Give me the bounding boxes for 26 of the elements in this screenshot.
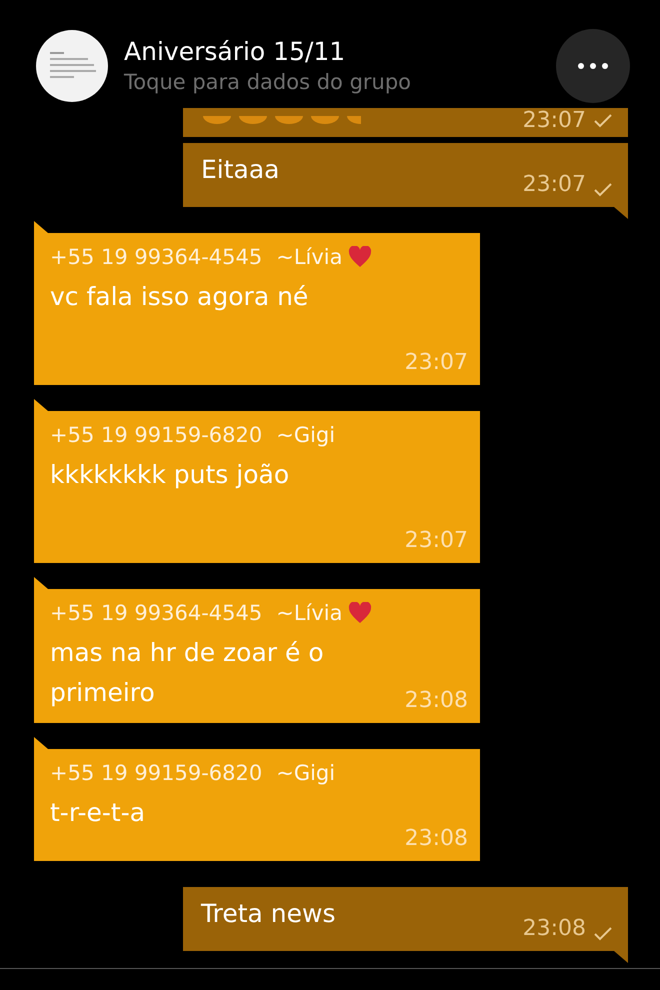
group-subtitle[interactable]: Toque para dados do grupo <box>124 68 556 96</box>
message-time: 23:07 <box>404 350 468 375</box>
message-text: kkkkkkkk puts joão <box>50 459 290 491</box>
sender-name: ~Lívia <box>276 245 342 269</box>
message-time: 23:08 <box>404 688 468 713</box>
message-time: 23:07 <box>522 108 586 133</box>
message-time: 23:07 <box>404 528 468 553</box>
message-time: 23:08 <box>522 916 586 941</box>
message-time: 23:07 <box>522 172 586 197</box>
heart-icon <box>348 246 372 268</box>
sender-phone: +55 19 99159-6820 <box>50 761 262 785</box>
sender-name: ~Lívia <box>276 601 342 625</box>
sender-phone: +55 19 99364-4545 <box>50 601 262 625</box>
message-text: mas na hr de zoar é o primeiro <box>50 637 325 709</box>
message-text: vc fala isso agora né <box>50 281 310 313</box>
heart-icon <box>348 602 372 624</box>
message-text: Treta news <box>201 899 336 928</box>
message-text: Eitaaa <box>201 155 281 184</box>
message-time: 23:08 <box>404 826 468 851</box>
sender-name: ~Gigi <box>276 761 336 785</box>
sender-phone: +55 19 99159-6820 <box>50 423 262 447</box>
group-title[interactable]: Aniversário 15/11 <box>124 36 556 68</box>
more-icon <box>577 62 609 70</box>
sender-phone: +55 19 99364-4545 <box>50 245 262 269</box>
message-text: t-r-e-t-a <box>50 797 146 829</box>
sender-name: ~Gigi <box>276 423 336 447</box>
